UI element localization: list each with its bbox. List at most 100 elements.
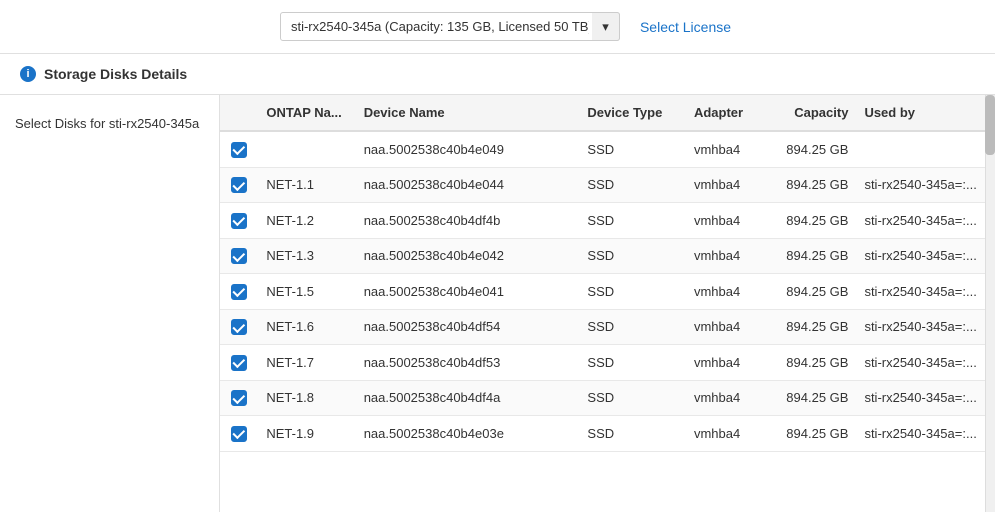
cell-device-name: naa.5002538c40b4e042 [356,238,580,274]
cell-device-name: naa.5002538c40b4df53 [356,345,580,381]
cell-capacity: 894.25 GB [771,309,856,345]
cell-adapter: vmhba4 [686,309,771,345]
left-panel: Select Disks for sti-rx2540-345a [0,95,220,512]
cell-capacity: 894.25 GB [771,345,856,381]
row-checkbox-cell [220,416,258,452]
cell-device-type: SSD [579,131,686,167]
table-row: NET-1.3naa.5002538c40b4e042SSDvmhba4894.… [220,238,995,274]
checkbox[interactable] [231,177,247,193]
col-header-adapter: Adapter [686,95,771,131]
row-checkbox-cell [220,345,258,381]
cell-ontap-name: NET-1.6 [258,309,355,345]
cell-device-type: SSD [579,203,686,239]
top-bar: sti-rx2540-345a (Capacity: 135 GB, Licen… [0,0,995,54]
cell-adapter: vmhba4 [686,345,771,381]
cell-capacity: 894.25 GB [771,131,856,167]
table-body: naa.5002538c40b4e049SSDvmhba4894.25 GBNE… [220,131,995,451]
row-checkbox-cell [220,274,258,310]
cell-ontap-name: NET-1.3 [258,238,355,274]
checkbox[interactable] [231,319,247,335]
col-header-device: Device Name [356,95,580,131]
row-checkbox-cell [220,309,258,345]
cell-ontap-name [258,131,355,167]
col-header-capacity: Capacity [771,95,856,131]
checkbox[interactable] [231,355,247,371]
cell-adapter: vmhba4 [686,167,771,203]
cell-used-by: sti-rx2540-345a=:... [856,380,995,416]
select-disks-label: Select Disks for sti-rx2540-345a [15,116,199,131]
cell-used-by: sti-rx2540-345a=:... [856,309,995,345]
table-row: NET-1.2naa.5002538c40b4df4bSSDvmhba4894.… [220,203,995,239]
table-row: NET-1.6naa.5002538c40b4df54SSDvmhba4894.… [220,309,995,345]
cell-capacity: 894.25 GB [771,167,856,203]
scrollbar-track[interactable] [985,95,995,512]
cell-used-by: sti-rx2540-345a=:... [856,416,995,452]
cell-capacity: 894.25 GB [771,380,856,416]
section-header: i Storage Disks Details [0,54,995,95]
cell-ontap-name: NET-1.1 [258,167,355,203]
cell-device-type: SSD [579,274,686,310]
cell-ontap-name: NET-1.8 [258,380,355,416]
checkbox[interactable] [231,213,247,229]
checkbox[interactable] [231,284,247,300]
row-checkbox-cell [220,131,258,167]
checkbox[interactable] [231,142,247,158]
cell-device-type: SSD [579,309,686,345]
cell-device-name: naa.5002538c40b4df4b [356,203,580,239]
cell-device-type: SSD [579,167,686,203]
cell-device-name: naa.5002538c40b4df4a [356,380,580,416]
cell-ontap-name: NET-1.2 [258,203,355,239]
col-header-type: Device Type [579,95,686,131]
cell-capacity: 894.25 GB [771,274,856,310]
table-row: naa.5002538c40b4e049SSDvmhba4894.25 GB [220,131,995,167]
cell-adapter: vmhba4 [686,131,771,167]
cell-device-type: SSD [579,238,686,274]
col-header-checkbox [220,95,258,131]
cell-device-type: SSD [579,416,686,452]
disk-table: ONTAP Na... Device Name Device Type Adap… [220,95,995,452]
select-license-link[interactable]: Select License [640,19,731,35]
checkbox[interactable] [231,426,247,442]
cell-device-name: naa.5002538c40b4df54 [356,309,580,345]
cell-adapter: vmhba4 [686,203,771,239]
row-checkbox-cell [220,203,258,239]
row-checkbox-cell [220,238,258,274]
checkbox[interactable] [231,390,247,406]
section-title: Storage Disks Details [44,66,187,82]
main-content: Select Disks for sti-rx2540-345a ONTAP N… [0,95,995,512]
cell-capacity: 894.25 GB [771,238,856,274]
table-row: NET-1.9naa.5002538c40b4e03eSSDvmhba4894.… [220,416,995,452]
table-row: NET-1.8naa.5002538c40b4df4aSSDvmhba4894.… [220,380,995,416]
cell-device-type: SSD [579,380,686,416]
cell-used-by: sti-rx2540-345a=:... [856,238,995,274]
node-select[interactable]: sti-rx2540-345a (Capacity: 135 GB, Licen… [280,12,620,41]
cell-used-by: sti-rx2540-345a=:... [856,203,995,239]
info-icon: i [20,66,36,82]
cell-ontap-name: NET-1.7 [258,345,355,381]
table-header: ONTAP Na... Device Name Device Type Adap… [220,95,995,131]
cell-device-name: naa.5002538c40b4e049 [356,131,580,167]
scrollbar-thumb[interactable] [985,95,995,155]
table-row: NET-1.7naa.5002538c40b4df53SSDvmhba4894.… [220,345,995,381]
cell-adapter: vmhba4 [686,380,771,416]
checkbox[interactable] [231,248,247,264]
cell-device-type: SSD [579,345,686,381]
cell-ontap-name: NET-1.9 [258,416,355,452]
cell-device-name: naa.5002538c40b4e03e [356,416,580,452]
cell-device-name: naa.5002538c40b4e044 [356,167,580,203]
cell-adapter: vmhba4 [686,416,771,452]
cell-device-name: naa.5002538c40b4e041 [356,274,580,310]
cell-adapter: vmhba4 [686,238,771,274]
col-header-ontap: ONTAP Na... [258,95,355,131]
col-header-usedby: Used by [856,95,995,131]
node-select-wrapper: sti-rx2540-345a (Capacity: 135 GB, Licen… [280,12,620,41]
cell-capacity: 894.25 GB [771,203,856,239]
cell-used-by: sti-rx2540-345a=:... [856,274,995,310]
cell-adapter: vmhba4 [686,274,771,310]
table-row: NET-1.1naa.5002538c40b4e044SSDvmhba4894.… [220,167,995,203]
cell-used-by [856,131,995,167]
cell-used-by: sti-rx2540-345a=:... [856,167,995,203]
table-wrapper: ONTAP Na... Device Name Device Type Adap… [220,95,995,512]
cell-capacity: 894.25 GB [771,416,856,452]
cell-ontap-name: NET-1.5 [258,274,355,310]
